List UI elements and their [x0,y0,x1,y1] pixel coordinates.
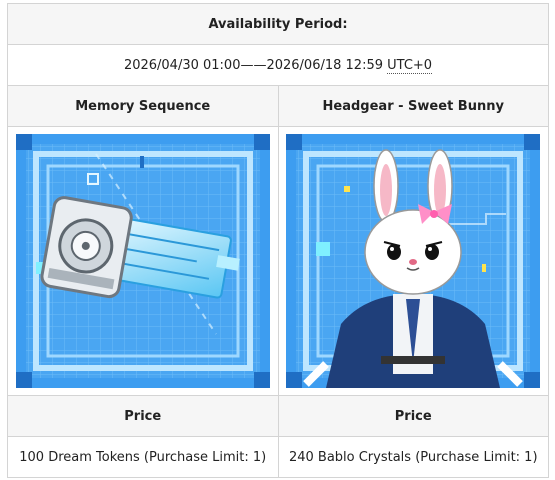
price-label-sweet-bunny: Price [277,395,549,437]
price-value-sweet-bunny: 240 Bablo Crystals (Purchase Limit: 1) [277,436,549,478]
item-name-memory-sequence: Memory Sequence [7,85,279,127]
item-image-cell-sweet-bunny [277,126,549,396]
price-value-memory-sequence: 100 Dream Tokens (Purchase Limit: 1) [7,436,279,478]
bunny-headgear-character-icon [286,134,541,388]
availability-period: 2026/04/30 01:00——2026/06/18 12:59 UTC+0 [7,44,549,86]
period-range: 2026/04/30 01:00——2026/06/18 12:59 [123,57,388,73]
timezone-abbr[interactable]: UTC+0 [387,57,433,74]
price-label-memory-sequence: Price [7,395,279,437]
item-image-cell-memory-sequence [7,126,279,396]
availability-table: Availability Period: 2026/04/30 01:00——2… [7,3,549,478]
availability-header-label: Availability Period: [208,16,348,32]
item-name-sweet-bunny: Headgear - Sweet Bunny [277,85,549,127]
memory-sequence-chip-icon [15,134,270,388]
availability-header: Availability Period: [7,3,549,45]
